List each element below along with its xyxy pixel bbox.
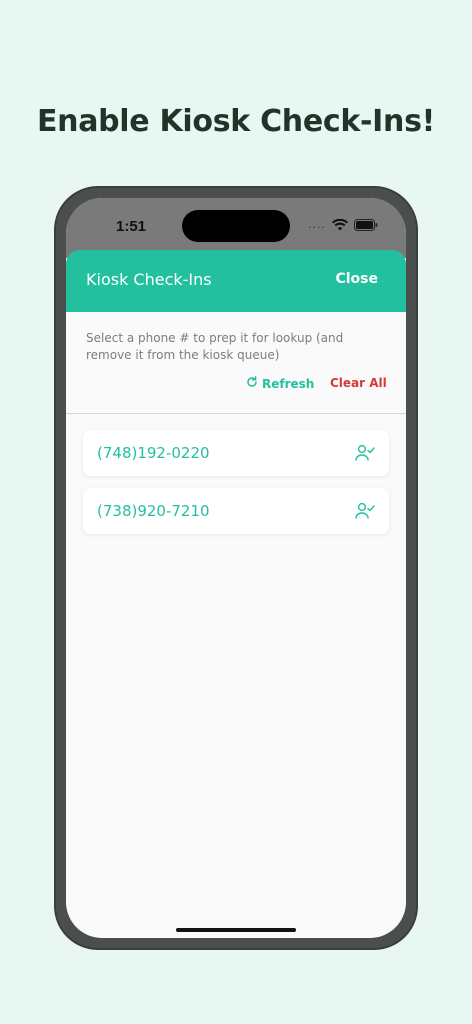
user-check-icon xyxy=(355,502,375,524)
refresh-button[interactable]: Refresh xyxy=(246,376,314,391)
signal-dots: .... xyxy=(308,218,326,231)
status-icons: .... xyxy=(308,218,378,231)
clear-all-button[interactable]: Clear All xyxy=(330,376,387,390)
battery-icon xyxy=(354,218,378,231)
status-bar: 1:51 .... xyxy=(66,198,406,258)
refresh-label: Refresh xyxy=(262,376,315,391)
phone-frame: 1:51 .... Kiosk Check-Ins Close Select a… xyxy=(54,186,418,950)
sheet-title: Kiosk Check-Ins xyxy=(86,270,212,289)
checkin-row[interactable]: (738)920-7210 xyxy=(83,488,389,534)
phone-screen: 1:51 .... Kiosk Check-Ins Close Select a… xyxy=(66,198,406,938)
checkin-row[interactable]: (748)192-0220 xyxy=(83,430,389,476)
checkin-list: (748)192-0220 (738)920-7210 xyxy=(83,430,389,546)
close-button[interactable]: Close xyxy=(335,271,378,287)
sheet-header: Kiosk Check-Ins Close xyxy=(66,250,406,312)
info-area: Select a phone # to prep it for lookup (… xyxy=(66,312,406,414)
instructions-text: Select a phone # to prep it for lookup (… xyxy=(86,331,344,362)
user-check-icon xyxy=(355,444,375,466)
home-indicator[interactable] xyxy=(176,928,296,932)
dynamic-island xyxy=(182,210,290,242)
checkin-phone: (748)192-0220 xyxy=(97,444,210,462)
wifi-icon xyxy=(332,218,348,231)
status-time: 1:51 xyxy=(116,218,147,235)
checkin-phone: (738)920-7210 xyxy=(97,502,210,520)
refresh-icon xyxy=(246,376,258,391)
promo-headline: Enable Kiosk Check-Ins! xyxy=(36,104,436,139)
